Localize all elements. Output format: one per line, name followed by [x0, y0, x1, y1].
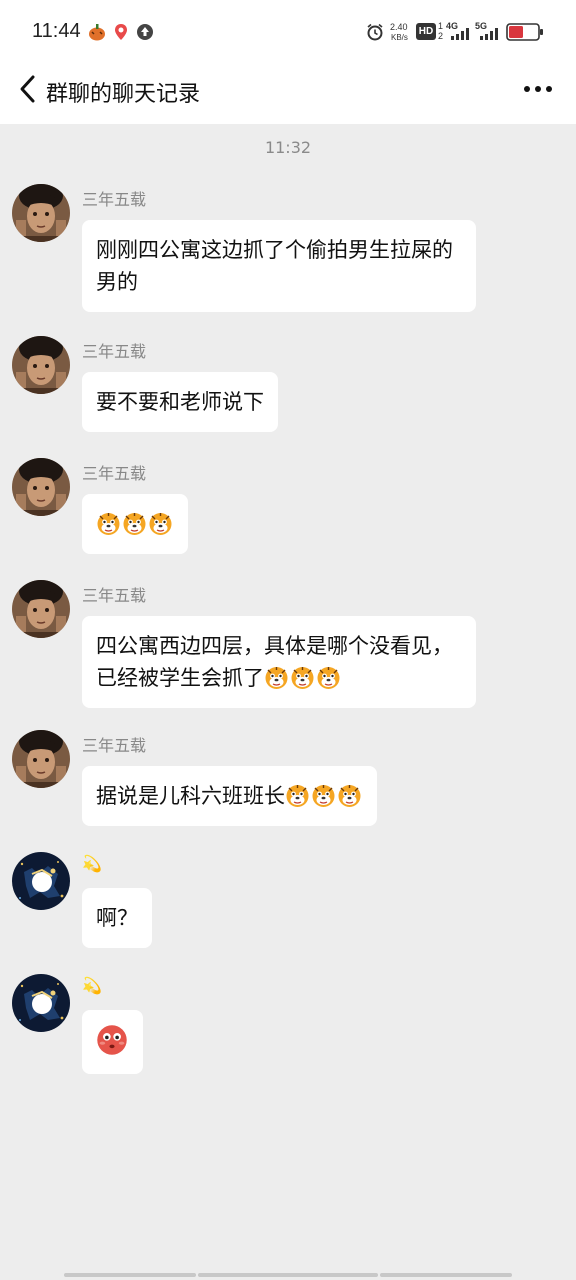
message-text: 要不要和老师说下: [96, 390, 264, 414]
tiger-face-emoji-icon: [338, 785, 361, 807]
gesture-bar-right: [380, 1273, 512, 1277]
sender-name: 三年五载: [82, 342, 147, 361]
avatar[interactable]: [12, 974, 70, 1032]
alarm-icon: [367, 23, 383, 41]
hd-badge: HD: [416, 23, 436, 40]
tiger-face-emoji-icon: [265, 667, 288, 689]
tiger-face-emoji-icon: [317, 667, 340, 689]
signal2-bars-icon: [480, 28, 498, 40]
message-bubble[interactable]: 据说是儿科六班班长: [82, 766, 377, 826]
avatar[interactable]: [12, 184, 70, 242]
signal1-bars-icon: [451, 28, 469, 40]
page-title: 群聊的聊天记录: [46, 82, 201, 107]
sender-name: 💫: [82, 976, 102, 995]
more-horizontal-icon[interactable]: [520, 76, 556, 102]
message-bubble[interactable]: 啊？: [82, 888, 152, 948]
tiger-face-emoji-icon: [291, 667, 314, 689]
sender-name: 三年五载: [82, 586, 147, 605]
gesture-bar-center: [198, 1273, 378, 1277]
chat-area[interactable]: 11:32 三年五载 刚刚四公寓这边抓了个偷拍男生拉屎的男的 三年五载 要不要和…: [0, 124, 576, 1280]
tiger-face-emoji-icon: [286, 785, 309, 807]
net-speed-unit: KB/s: [391, 33, 408, 42]
avatar[interactable]: [12, 458, 70, 516]
status-bar: 11:44 2.40 KB/s HD 1 2 4G 5G: [0, 0, 576, 64]
hd-sub-top: 1: [438, 21, 444, 31]
message-bubble[interactable]: [82, 1010, 143, 1074]
gesture-bar-left: [64, 1273, 196, 1277]
hd-sub-bottom: 2: [438, 31, 444, 41]
message-bubble[interactable]: 四公寓西边四层，具体是哪个没看见，已经被学生会抓了: [82, 616, 476, 708]
avatar[interactable]: [12, 852, 70, 910]
sender-name: 三年五载: [82, 190, 147, 209]
avatar[interactable]: [12, 730, 70, 788]
avatar[interactable]: [12, 336, 70, 394]
tiger-face-emoji-icon: [149, 513, 172, 535]
message-bubble[interactable]: 刚刚四公寓这边抓了个偷拍男生拉屎的男的: [82, 220, 476, 312]
title-bar: 群聊的聊天记录: [0, 64, 576, 124]
message-text: 刚刚四公寓这边抓了个偷拍男生拉屎的男的: [96, 238, 453, 294]
tiger-face-emoji-icon: [312, 785, 335, 807]
avatar[interactable]: [12, 580, 70, 638]
chevron-left-icon[interactable]: [16, 74, 42, 104]
tiger-face-emoji-icon: [97, 513, 120, 535]
flushed-face-emoji-icon: [97, 1025, 127, 1055]
sender-name: 💫: [82, 854, 102, 873]
sender-name: 三年五载: [82, 464, 147, 483]
net-speed: 2.40: [390, 22, 408, 32]
tiger-face-emoji-icon: [123, 513, 146, 535]
status-time: 11:44: [32, 20, 81, 42]
message-text: 啊？: [96, 906, 138, 930]
sender-name: 三年五载: [82, 736, 147, 755]
location-pin-icon: [115, 24, 127, 40]
message-timestamp: 11:32: [264, 138, 312, 157]
upload-circle-icon: [137, 24, 153, 40]
battery-icon: [506, 23, 543, 41]
message-bubble[interactable]: [82, 494, 188, 554]
message-bubble[interactable]: 要不要和老师说下: [82, 372, 278, 432]
message-text: 据说是儿科六班班长: [96, 784, 285, 808]
pumpkin-icon: [89, 24, 105, 41]
